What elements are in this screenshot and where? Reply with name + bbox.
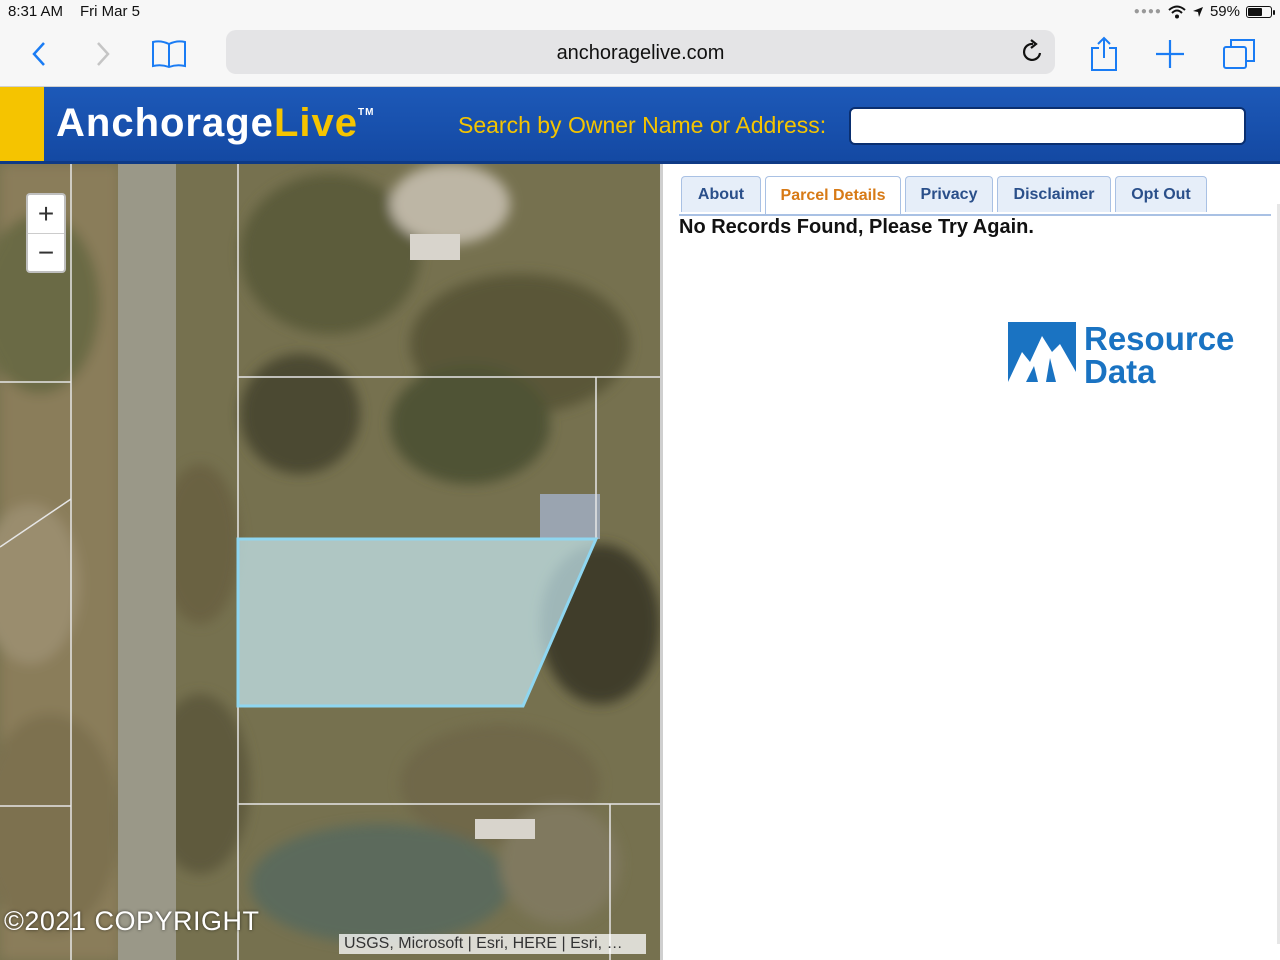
search-label: Search by Owner Name or Address: xyxy=(458,112,827,138)
status-bar: 8:31 AM Fri Mar 5 ●●●● 59% xyxy=(0,0,1280,24)
bookmarks-button[interactable] xyxy=(150,32,188,76)
search-input[interactable] xyxy=(849,107,1246,145)
aerial-imagery xyxy=(0,164,660,960)
logo-trademark: TM xyxy=(357,107,375,118)
battery-percent: 59% xyxy=(1209,3,1240,20)
brand-line-1: Resource xyxy=(1084,320,1235,357)
tabs-icon xyxy=(1223,39,1255,69)
tab-disclaimer[interactable]: Disclaimer xyxy=(997,176,1111,212)
wifi-icon xyxy=(1168,5,1186,18)
panel-tabs: About Parcel Details Privacy Disclaimer … xyxy=(679,176,1271,216)
plus-icon xyxy=(1156,40,1184,68)
building xyxy=(475,819,535,839)
logo-anchorage: Anchorage xyxy=(56,101,274,145)
map-attribution[interactable]: USGS, Microsoft | Esri, HERE | Esri, … xyxy=(339,934,646,954)
info-panel: About Parcel Details Privacy Disclaimer … xyxy=(663,164,1280,960)
forward-button[interactable] xyxy=(88,32,118,76)
site-header: AnchorageLiveTM Search by Owner Name or … xyxy=(0,87,1280,164)
map-view[interactable] xyxy=(0,164,660,960)
back-button[interactable] xyxy=(24,32,54,76)
share-icon xyxy=(1091,36,1117,71)
reload-button[interactable] xyxy=(1021,39,1045,70)
location-arrow-icon xyxy=(1192,6,1203,17)
status-date: Fri Mar 5 xyxy=(80,3,140,20)
anchoragelive-logo[interactable]: AnchorageLiveTM xyxy=(56,101,374,146)
mountain-logo-icon xyxy=(1008,322,1076,382)
address-bar[interactable]: anchoragelive.com xyxy=(226,30,1055,74)
zoom-in-button[interactable]: + xyxy=(28,195,64,234)
battery-icon xyxy=(1246,5,1275,18)
new-tab-button[interactable] xyxy=(1152,32,1188,76)
copyright-watermark: ©2021 COPYRIGHT xyxy=(4,906,260,936)
url-text: anchoragelive.com xyxy=(556,42,725,64)
share-button[interactable] xyxy=(1088,32,1120,76)
bookmarks-icon xyxy=(152,40,186,69)
browser-toolbar: anchoragelive.com xyxy=(0,24,1280,87)
no-records-message: No Records Found, Please Try Again. xyxy=(679,216,1034,238)
zoom-out-button[interactable]: − xyxy=(28,234,64,272)
resource-data-text: Resource Data xyxy=(1084,322,1234,388)
tab-opt-out[interactable]: Opt Out xyxy=(1115,176,1207,212)
building xyxy=(540,494,600,539)
tab-privacy[interactable]: Privacy xyxy=(905,176,993,212)
forward-chevron-icon xyxy=(97,42,110,66)
tab-about[interactable]: About xyxy=(681,176,761,212)
resource-data-logo[interactable]: Resource Data xyxy=(1008,322,1238,388)
status-time: 8:31 AM xyxy=(8,3,64,20)
back-chevron-icon xyxy=(32,42,45,66)
status-indicators: ●●●● 59% xyxy=(1133,3,1275,20)
zoom-control: + − xyxy=(26,193,66,273)
logo-live: Live xyxy=(273,101,358,145)
reload-icon xyxy=(1022,39,1042,62)
road xyxy=(118,164,176,960)
tab-parcel-details[interactable]: Parcel Details xyxy=(765,176,901,214)
brand-line-2: Data xyxy=(1084,353,1156,390)
cellular-dots-icon: ●●●● xyxy=(1133,6,1162,17)
building xyxy=(410,234,460,260)
tabs-button[interactable] xyxy=(1220,32,1258,76)
header-accent-bar xyxy=(0,87,44,161)
